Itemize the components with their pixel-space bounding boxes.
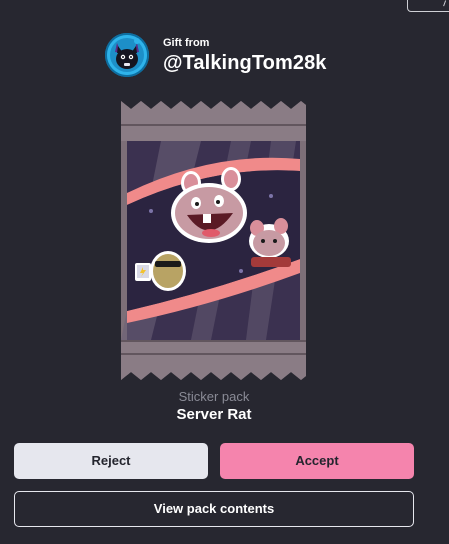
window-control-icon[interactable] xyxy=(407,0,449,12)
sticker-pack-wrapper-image xyxy=(121,101,306,380)
reject-button[interactable]: Reject xyxy=(14,443,208,479)
corner-tick xyxy=(443,0,449,8)
view-pack-contents-button[interactable]: View pack contents xyxy=(14,491,414,527)
avatar[interactable] xyxy=(105,33,149,77)
sticker-pack-image xyxy=(121,101,306,380)
black-cat-avatar-icon xyxy=(107,35,147,75)
gift-dialog: Gift from @TalkingTom28k Sticker pack Se… xyxy=(0,0,449,544)
sender-username: @TalkingTom28k xyxy=(163,52,327,74)
accept-button[interactable]: Accept xyxy=(220,443,414,479)
pack-type-label: Sticker pack xyxy=(178,389,250,404)
gift-from-label: Gift from xyxy=(163,37,210,49)
pack-name: Server Rat xyxy=(176,406,252,423)
